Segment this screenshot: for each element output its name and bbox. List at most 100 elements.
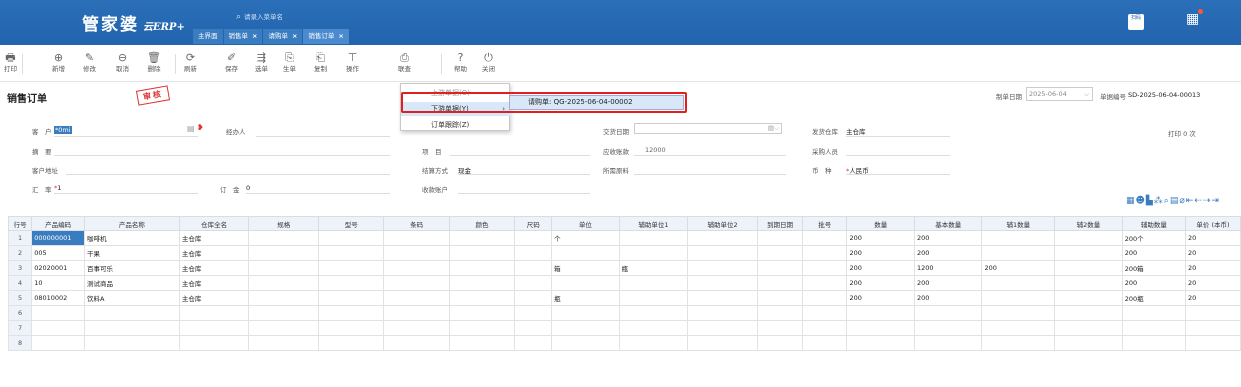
column-header[interactable]: 仓库全名	[178, 216, 250, 231]
table-cell[interactable]	[448, 260, 516, 276]
table-cell[interactable]	[83, 335, 180, 351]
table-cell[interactable]	[913, 305, 983, 321]
table-cell[interactable]	[514, 335, 553, 351]
link-query-button[interactable]: ⎙ 联查	[398, 51, 411, 74]
table-cell[interactable]	[383, 320, 450, 336]
table-row[interactable]: 8	[7, 335, 1241, 351]
table-cell[interactable]	[551, 320, 620, 336]
table-cell[interactable]	[756, 245, 804, 261]
table-cell[interactable]: 000000001	[31, 230, 85, 246]
table-cell[interactable]	[514, 245, 553, 261]
table-cell[interactable]: 干果	[83, 245, 180, 261]
table-cell[interactable]	[846, 305, 915, 321]
table-cell[interactable]: 200	[913, 245, 983, 261]
table-cell[interactable]: 瓶	[551, 290, 620, 306]
table-cell[interactable]: 饮料A	[83, 290, 180, 306]
table-cell[interactable]: 1200	[913, 260, 983, 276]
table-cell[interactable]	[981, 290, 1056, 306]
table-cell[interactable]: 200瓶	[1121, 290, 1187, 306]
table-cell[interactable]	[1054, 245, 1123, 261]
table-cell[interactable]	[802, 245, 848, 261]
table-cell[interactable]	[318, 305, 385, 321]
column-header[interactable]: 型号	[318, 216, 385, 231]
table-cell[interactable]	[383, 305, 450, 321]
table-cell[interactable]	[846, 320, 915, 336]
table-cell[interactable]	[618, 245, 689, 261]
table-cell[interactable]	[383, 275, 450, 291]
table-cell[interactable]	[178, 335, 250, 351]
save-button[interactable]: ✐ 保存	[225, 51, 238, 74]
rate-field[interactable]: *1	[54, 184, 61, 192]
delivery-date-field[interactable]: ▤⌵	[634, 123, 782, 134]
date-field[interactable]: 2025-06-04 ⌵	[1026, 87, 1093, 101]
column-header[interactable]: 数量	[846, 216, 915, 231]
column-header[interactable]: 辅助单位1	[618, 216, 689, 231]
table-cell[interactable]	[802, 230, 848, 246]
table-cell[interactable]	[318, 275, 385, 291]
table-cell[interactable]: 20	[1185, 275, 1241, 291]
column-header[interactable]: 产品编码	[31, 216, 85, 231]
delete-button[interactable]: 🗑 删除	[147, 51, 161, 74]
table-cell[interactable]: 主仓库	[178, 260, 250, 276]
table-cell[interactable]	[913, 320, 983, 336]
table-row[interactable]: 6	[7, 305, 1241, 321]
table-cell[interactable]: 200	[913, 275, 983, 291]
table-cell[interactable]	[1054, 290, 1123, 306]
table-cell[interactable]	[514, 230, 553, 246]
table-cell[interactable]: 005	[31, 245, 85, 261]
table-cell[interactable]	[178, 305, 250, 321]
table-cell[interactable]	[83, 320, 180, 336]
column-header[interactable]: 基本数量	[913, 216, 983, 231]
column-header[interactable]: 辅2数量	[1054, 216, 1123, 231]
table-cell[interactable]	[1185, 335, 1241, 351]
table-cell[interactable]	[981, 305, 1056, 321]
table-row[interactable]: 7	[7, 320, 1241, 336]
table-cell[interactable]	[551, 335, 620, 351]
table-cell[interactable]	[802, 275, 848, 291]
generate-button[interactable]: ⎘ 生单	[283, 51, 296, 74]
table-cell[interactable]: 200	[846, 260, 915, 276]
table-cell[interactable]	[83, 305, 180, 321]
table-cell[interactable]	[383, 260, 450, 276]
table-cell[interactable]	[756, 260, 804, 276]
table-cell[interactable]	[687, 320, 758, 336]
table-cell[interactable]	[248, 320, 320, 336]
table-cell[interactable]	[248, 245, 320, 261]
close-icon[interactable]: ×	[252, 32, 257, 40]
table-cell[interactable]	[1054, 335, 1123, 351]
column-header[interactable]: 辅1数量	[981, 216, 1056, 231]
table-cell[interactable]: 测试商品	[83, 275, 180, 291]
grid-toolbar-icons[interactable]: ▦☻▙⁂⌕▤⌀⇤⇠⇢⇥	[1126, 196, 1220, 206]
table-cell[interactable]	[802, 305, 848, 321]
table-cell[interactable]: 08010002	[31, 290, 85, 306]
table-cell[interactable]	[618, 230, 689, 246]
customer-field[interactable]: *0mi	[54, 126, 72, 134]
table-cell[interactable]: 10	[31, 275, 85, 291]
table-cell[interactable]	[448, 230, 516, 246]
help-button[interactable]: ? 帮助	[454, 51, 467, 74]
table-cell[interactable]	[802, 260, 848, 276]
table-cell[interactable]	[383, 335, 450, 351]
cancel-button[interactable]: ⊖ 取消	[116, 51, 129, 74]
column-header[interactable]: 批号	[802, 216, 848, 231]
table-cell[interactable]: 200	[846, 275, 915, 291]
table-row[interactable]: 3 02020001 百事可乐 主仓库 箱瓶 200 1200 200 200箱 20	[7, 260, 1241, 276]
table-cell[interactable]	[383, 230, 450, 246]
table-row[interactable]: 5 08010002 饮料A 主仓库 瓶 200 200 200瓶 20	[7, 290, 1241, 306]
table-row[interactable]: 2 005 干果 主仓库 200 200 200 20	[7, 245, 1241, 261]
table-cell[interactable]	[248, 290, 320, 306]
close-icon[interactable]: ×	[338, 32, 343, 40]
table-cell[interactable]: 箱	[551, 260, 620, 276]
table-cell[interactable]	[318, 320, 385, 336]
table-cell[interactable]: 咖啡机	[83, 230, 180, 246]
table-cell[interactable]	[687, 305, 758, 321]
table-cell[interactable]	[1121, 335, 1187, 351]
table-cell[interactable]: 百事可乐	[83, 260, 180, 276]
table-cell[interactable]	[31, 335, 85, 351]
table-cell[interactable]: 200	[1121, 275, 1187, 291]
column-header[interactable]: 尺码	[514, 216, 553, 231]
table-cell[interactable]: 200	[913, 290, 983, 306]
table-cell[interactable]	[448, 245, 516, 261]
table-cell[interactable]	[248, 230, 320, 246]
table-cell[interactable]: 20	[1185, 245, 1241, 261]
